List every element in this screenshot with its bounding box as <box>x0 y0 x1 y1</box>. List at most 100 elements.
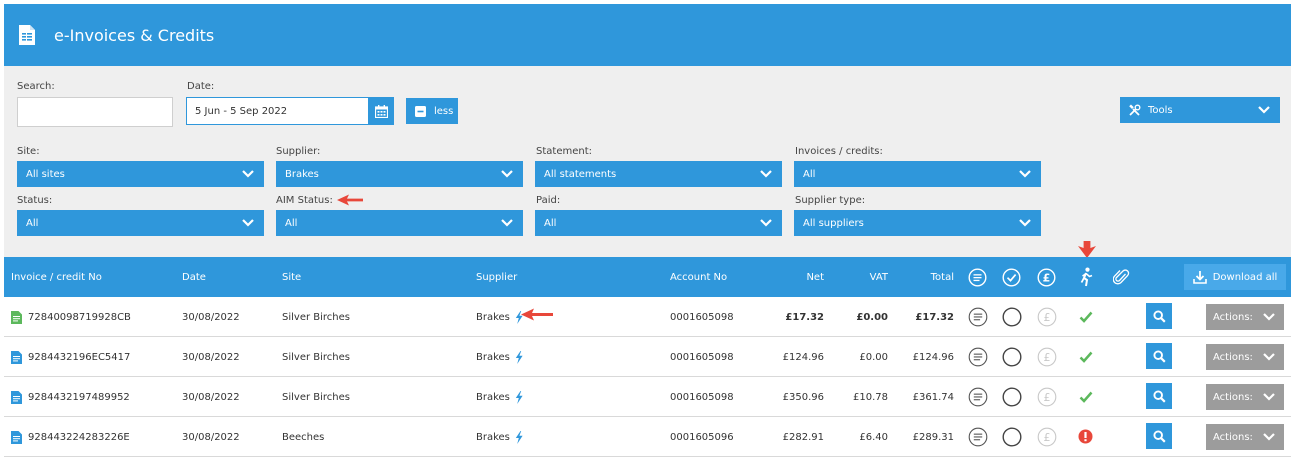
tools-icon <box>1129 103 1141 116</box>
date-range-input[interactable]: 5 Jun - 5 Sep 2022 <box>186 97 369 125</box>
annotation-arrow-icon <box>521 308 553 321</box>
col-net[interactable]: Net <box>764 257 824 297</box>
table-row[interactable]: 72840098719928CB 30/08/2022 Silver Birch… <box>4 297 1291 337</box>
net-amount: £350.96 <box>782 391 824 403</box>
approval-circle-icon[interactable] <box>1002 427 1022 447</box>
view-invoice-button[interactable] <box>1146 303 1172 329</box>
chevron-down-icon <box>1263 353 1275 361</box>
site-name: Beeches <box>282 431 325 443</box>
supplier-cell: Brakes <box>476 417 523 457</box>
approval-circle-icon[interactable] <box>1002 307 1022 327</box>
paid-label: Paid: <box>536 195 561 206</box>
tools-dropdown[interactable]: Tools <box>1120 97 1280 123</box>
invoice-cell: 9284432196EC5417 <box>11 337 130 377</box>
search-icon <box>1152 389 1166 403</box>
actions-dropdown[interactable]: Actions: <box>1206 344 1284 370</box>
view-invoice-button[interactable] <box>1146 343 1172 369</box>
search-input[interactable] <box>17 97 173 127</box>
supplier-cell: Brakes <box>476 337 523 377</box>
comments-icon <box>968 268 987 287</box>
lightning-icon <box>515 430 523 444</box>
aim-status-check-icon <box>1079 391 1093 403</box>
total-amount: £17.32 <box>915 311 954 323</box>
invoice-date: 30/08/2022 <box>182 391 240 403</box>
calendar-icon <box>374 104 388 118</box>
statement-select[interactable]: All statements <box>535 161 782 187</box>
running-person-icon <box>1080 267 1093 287</box>
aim-status-select-value: All <box>285 217 298 229</box>
invoice-date: 30/08/2022 <box>182 311 240 323</box>
account-number: 0001605098 <box>670 351 734 363</box>
chevron-down-icon <box>501 219 513 227</box>
invoices-credits-select-value: All <box>803 168 816 180</box>
chevron-down-icon <box>1258 106 1270 114</box>
aim-status-select[interactable]: All <box>276 210 523 236</box>
col-vat[interactable]: VAT <box>834 257 888 297</box>
comments-icon[interactable] <box>968 387 988 407</box>
invoices-credits-select[interactable]: All <box>794 161 1041 187</box>
filters-panel: Search: Date: 5 Jun - 5 Sep 2022 less To… <box>4 66 1291 258</box>
invoice-document-icon <box>11 430 22 444</box>
view-invoice-button[interactable] <box>1146 383 1172 409</box>
actions-dropdown[interactable]: Actions: <box>1206 384 1284 410</box>
pound-icon: £ <box>1037 268 1056 287</box>
total-amount: £124.96 <box>912 351 954 363</box>
supplier-type-select[interactable]: All suppliers <box>794 210 1041 236</box>
col-invoice-no[interactable]: Invoice / credit No <box>11 257 102 297</box>
col-supplier[interactable]: Supplier <box>476 257 517 297</box>
table-header: Invoice / credit No Date Site Supplier A… <box>4 257 1291 297</box>
site-name: Silver Birches <box>282 311 350 323</box>
invoice-number: 9284432197489952 <box>28 391 130 403</box>
col-date[interactable]: Date <box>182 257 206 297</box>
pound-icon: £ <box>1037 307 1057 327</box>
aim-status-check-icon <box>1079 311 1093 323</box>
site-select[interactable]: All sites <box>17 161 264 187</box>
download-icon <box>1192 271 1207 284</box>
supplier-name: Brakes <box>476 311 510 323</box>
actions-dropdown[interactable]: Actions: <box>1206 424 1284 450</box>
calendar-button[interactable] <box>368 97 394 125</box>
download-all-button[interactable]: Download all <box>1184 264 1286 290</box>
statement-label: Statement: <box>536 146 592 157</box>
svg-text:£: £ <box>1044 431 1051 444</box>
less-button[interactable]: less <box>406 98 458 124</box>
supplier-label: Supplier: <box>276 146 321 157</box>
chevron-down-icon <box>242 170 254 178</box>
paid-select[interactable]: All <box>535 210 782 236</box>
approval-circle-icon[interactable] <box>1002 347 1022 367</box>
actions-dropdown[interactable]: Actions: <box>1206 304 1284 330</box>
invoice-number: 72840098719928CB <box>28 311 131 323</box>
total-amount: £289.31 <box>912 431 954 443</box>
table-row[interactable]: 9284432197489952 30/08/2022 Silver Birch… <box>4 377 1291 417</box>
invoice-date: 30/08/2022 <box>182 431 240 443</box>
table-row[interactable]: 928443224283226E 30/08/2022 Beeches Brak… <box>4 417 1291 457</box>
col-site[interactable]: Site <box>282 257 301 297</box>
vat-amount: £0.00 <box>859 351 888 363</box>
chevron-down-icon <box>1019 219 1031 227</box>
comments-icon[interactable] <box>968 347 988 367</box>
chevron-down-icon <box>760 170 772 178</box>
comments-icon[interactable] <box>968 307 988 327</box>
comments-icon[interactable] <box>968 427 988 447</box>
account-number: 0001605098 <box>670 311 734 323</box>
net-amount: £17.32 <box>785 311 824 323</box>
invoice-document-icon <box>11 350 22 364</box>
pound-icon: £ <box>1037 347 1057 367</box>
account-number: 0001605096 <box>670 431 734 443</box>
pound-icon: £ <box>1037 427 1057 447</box>
col-total[interactable]: Total <box>894 257 954 297</box>
col-account-no[interactable]: Account No <box>670 257 727 297</box>
svg-text:£: £ <box>1044 311 1051 324</box>
svg-text:£: £ <box>1043 271 1051 284</box>
supplier-name: Brakes <box>476 391 510 403</box>
supplier-select[interactable]: Brakes <box>276 161 523 187</box>
view-invoice-button[interactable] <box>1146 423 1172 449</box>
supplier-cell: Brakes <box>476 377 523 417</box>
chevron-down-icon <box>1263 313 1275 321</box>
table-row[interactable]: 9284432196EC5417 30/08/2022 Silver Birch… <box>4 337 1291 377</box>
status-select[interactable]: All <box>17 210 264 236</box>
approval-circle-icon[interactable] <box>1002 387 1022 407</box>
download-all-label: Download all <box>1212 271 1278 283</box>
svg-text:£: £ <box>1044 351 1051 364</box>
paperclip-icon <box>1113 269 1130 285</box>
